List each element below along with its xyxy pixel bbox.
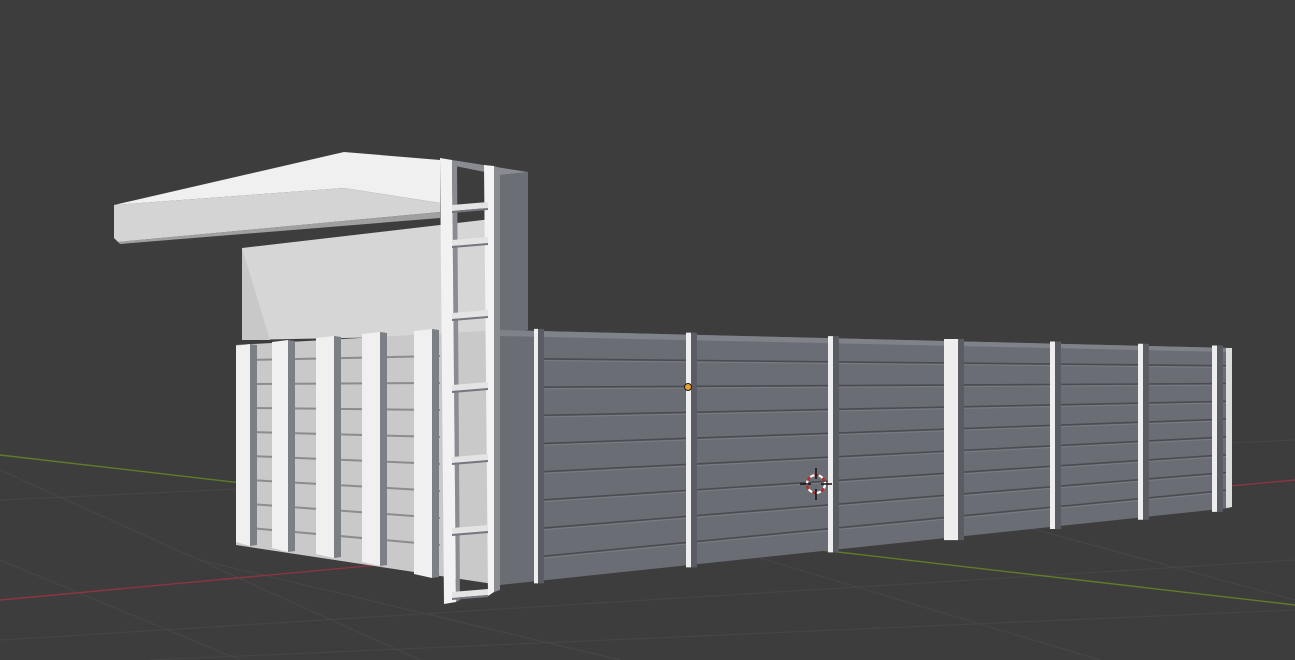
left-fence-post bbox=[316, 336, 334, 558]
roof-slab bbox=[114, 152, 440, 244]
front-wall-post bbox=[1212, 345, 1217, 512]
left-fence-post-side bbox=[380, 332, 387, 566]
front-wall-post bbox=[828, 336, 833, 553]
left-fence-post bbox=[272, 340, 288, 552]
front-wall-post bbox=[686, 332, 691, 568]
front-wall-post bbox=[1138, 343, 1143, 520]
left-fence-post-side bbox=[288, 340, 295, 552]
left-fence-post bbox=[362, 332, 380, 566]
front-wall-post-shadow bbox=[538, 328, 544, 584]
left-fence-post-side bbox=[334, 336, 341, 558]
front-wall-post bbox=[534, 328, 538, 584]
ladder-right-rail-side bbox=[494, 166, 500, 592]
front-wall-post-shadow bbox=[833, 336, 839, 553]
3d-viewport[interactable] bbox=[0, 0, 1295, 660]
front-wall-post bbox=[944, 338, 958, 541]
front-wall bbox=[500, 328, 1232, 585]
origin-point-icon bbox=[684, 383, 692, 391]
front-wall-post-shadow bbox=[1143, 343, 1149, 520]
front-wall-end-cap bbox=[1226, 348, 1232, 508]
front-wall-post bbox=[1050, 341, 1055, 529]
front-wall-post-shadow bbox=[1055, 341, 1061, 529]
front-wall-post-shadow bbox=[958, 338, 964, 541]
front-wall-face bbox=[500, 330, 1230, 585]
left-fence-post-side bbox=[250, 344, 257, 546]
front-wall-post-shadow bbox=[1217, 345, 1223, 512]
left-fence-post-side bbox=[432, 329, 439, 578]
viewport-canvas[interactable] bbox=[0, 0, 1295, 660]
front-wall-post-shadow bbox=[691, 332, 697, 568]
left-fence-post bbox=[236, 344, 250, 546]
left-fence-post bbox=[414, 329, 432, 578]
